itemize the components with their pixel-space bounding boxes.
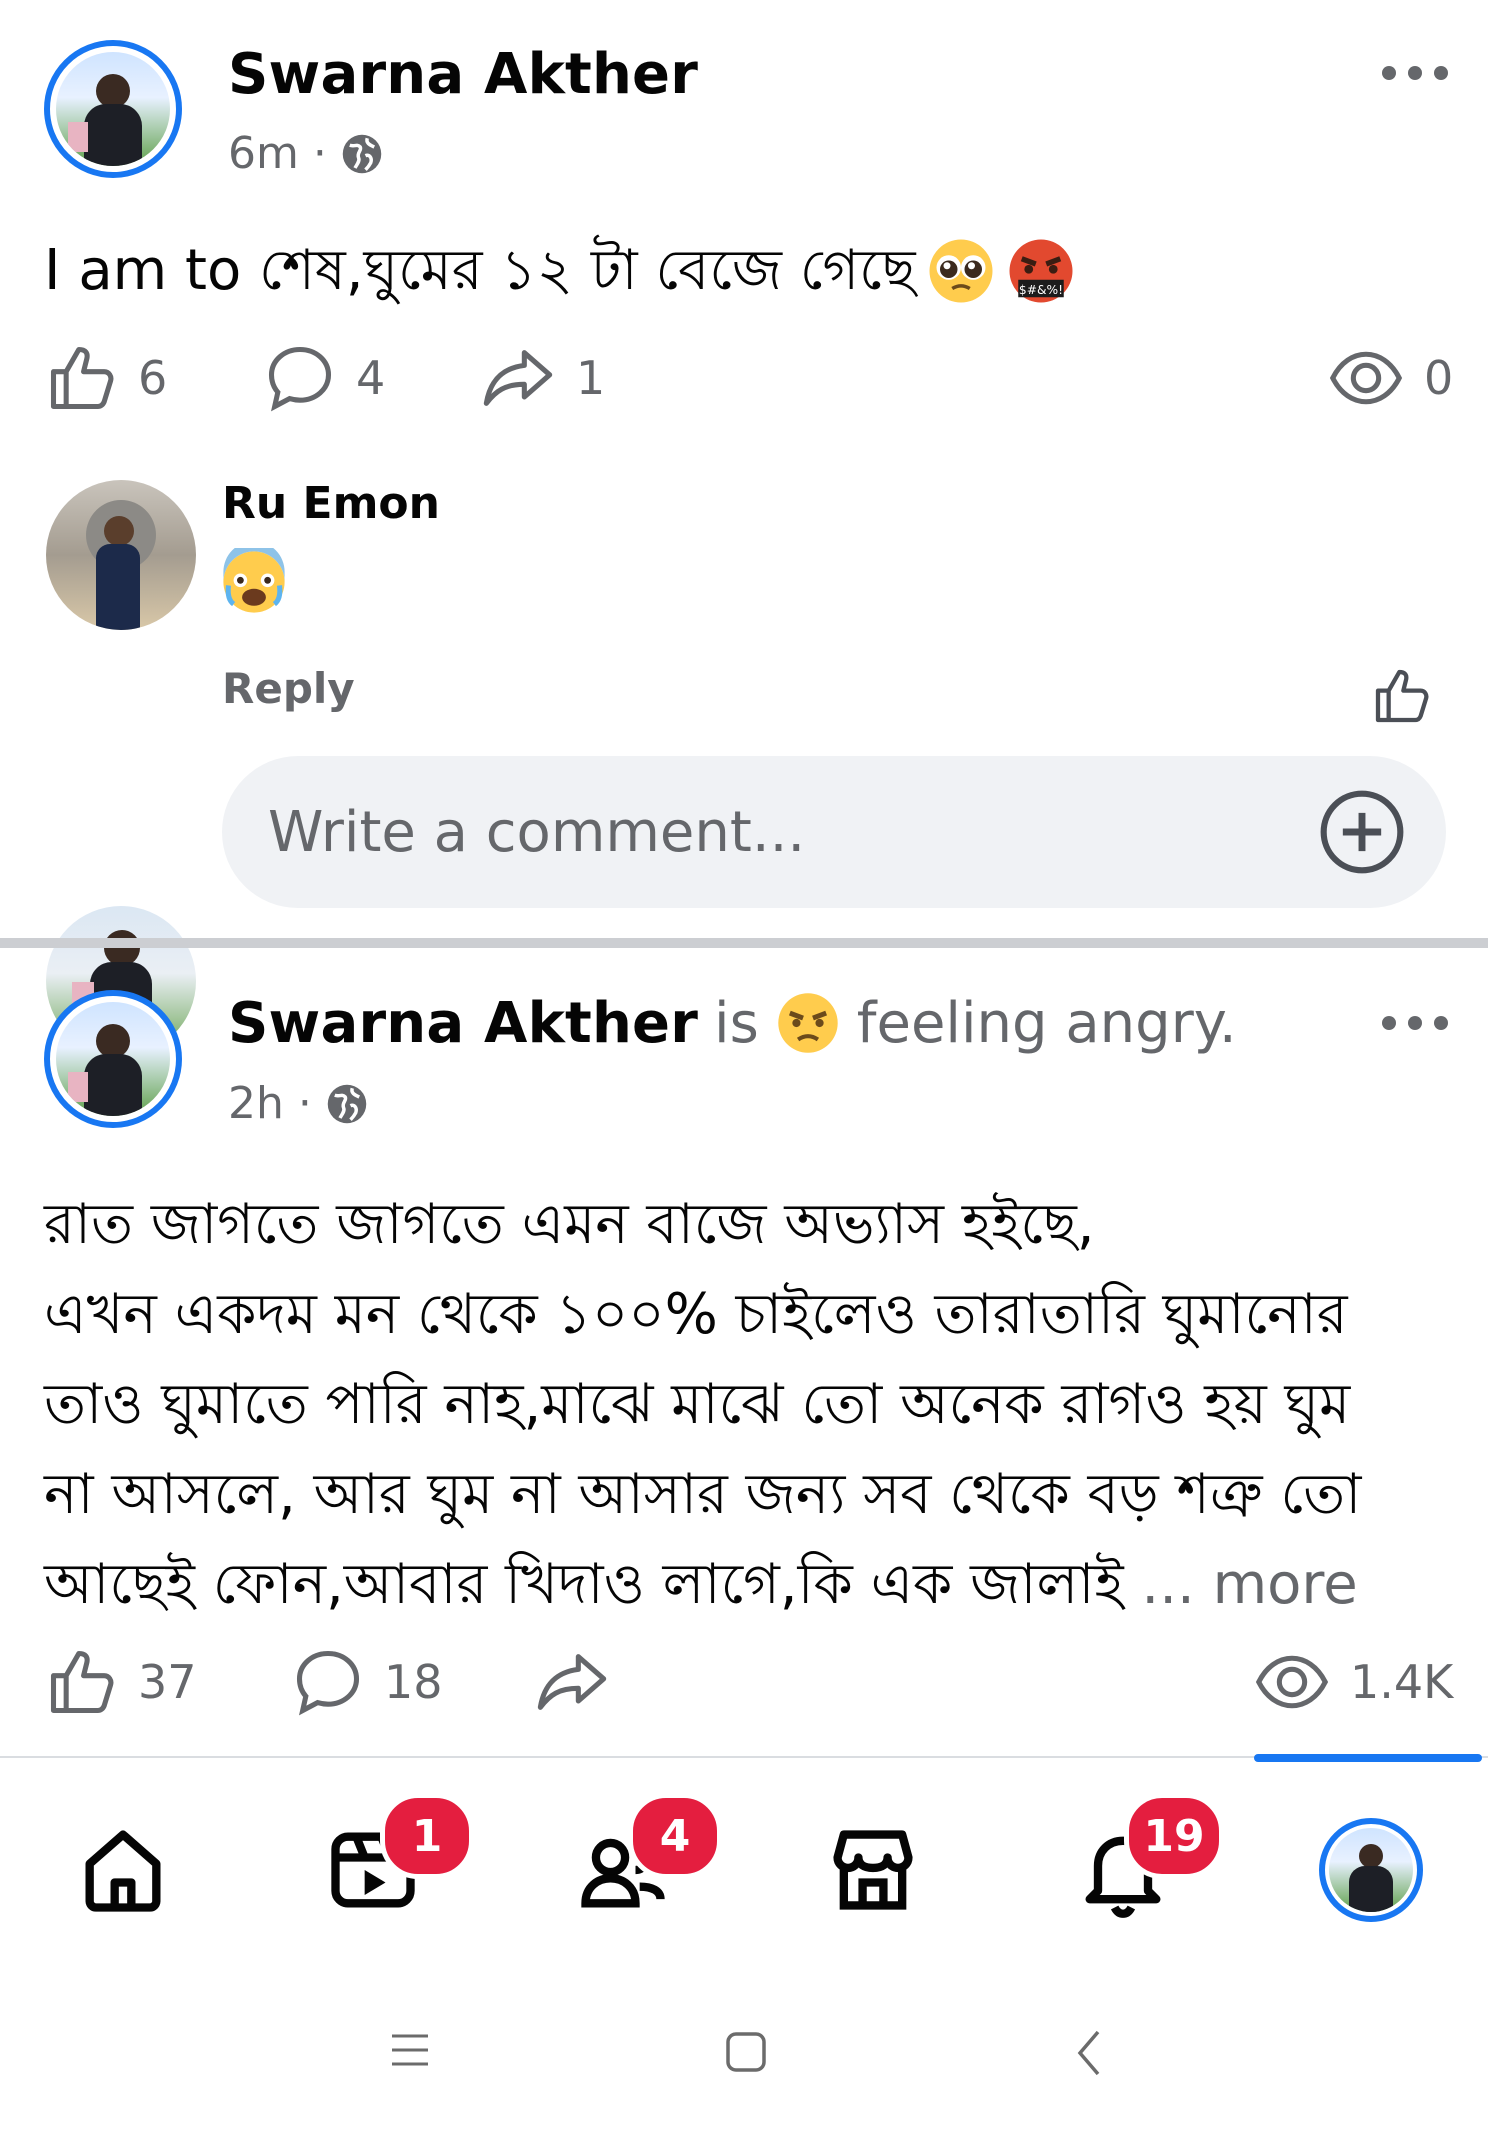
nav-profile[interactable] [1316, 1815, 1426, 1925]
post2-line-2: এখন একদম মন থেকে ১০০% চাইলেও তারাতারি ঘু… [44, 1282, 1348, 1347]
home-square-icon[interactable] [724, 2030, 768, 2074]
post1-more-options-icon[interactable] [1382, 66, 1448, 80]
profile-avatar-icon [1319, 1818, 1423, 1922]
post2-author-avatar[interactable] [44, 990, 182, 1128]
post2-feeling[interactable]: feeling angry. [857, 991, 1237, 1056]
eye-icon [1329, 351, 1403, 405]
post2-separator: · [297, 1078, 312, 1129]
post2-body: রাত জাগতে জাগতে এমন বাজে অভ্যাস হইছে, এখ… [44, 1180, 1454, 1630]
post2-meta: 2h · [228, 1078, 368, 1129]
post2-line-1: রাত জাগতে জাগতে এমন বাজে অভ্যাস হইছে, [44, 1192, 1095, 1257]
see-more-link[interactable]: ... more [1141, 1552, 1357, 1617]
nav-marketplace[interactable] [818, 1815, 928, 1925]
post2-comment-count: 18 [384, 1655, 443, 1709]
comment-input-placeholder: Write a comment... [268, 800, 806, 865]
globe-icon [342, 134, 382, 173]
post2-views: 1.4K [1252, 1644, 1453, 1720]
marketplace-icon [833, 1830, 913, 1910]
svg-text:$#&%!: $#&%! [1019, 283, 1063, 297]
post1-separator: · [312, 128, 327, 179]
nav-notifications-badge: 19 [1124, 1793, 1224, 1879]
comment-icon [296, 1650, 360, 1716]
like-icon [50, 1650, 114, 1714]
share-icon [537, 1654, 607, 1710]
globe-icon [327, 1084, 367, 1123]
like-icon [50, 346, 114, 410]
post1-author-name[interactable]: Swarna Akther [228, 42, 698, 107]
post2-line-5: আছেই ফোন,আবার খিদাও লাগে,কি এক জালাই [44, 1552, 1124, 1617]
post2-like-count: 37 [138, 1655, 197, 1709]
post2-share-button[interactable] [532, 1644, 612, 1720]
post2-more-options-icon[interactable] [1382, 1016, 1448, 1030]
post1-share-button[interactable]: 1 [478, 340, 605, 416]
post1-views: 0 [1326, 340, 1453, 416]
add-plus-icon[interactable] [1316, 786, 1408, 878]
post2-header: Swarna Akther is feeling angry. [228, 990, 1237, 1056]
comment-input[interactable]: Write a comment... [222, 756, 1446, 908]
post1-like-button[interactable]: 6 [44, 340, 167, 416]
commenter-avatar[interactable] [46, 480, 196, 630]
share-icon [483, 350, 553, 406]
post1-share-count: 1 [576, 351, 606, 405]
post2-time: 2h [228, 1078, 284, 1129]
fearful-face-emoji-icon [223, 548, 285, 613]
nav-video-badge: 1 [380, 1793, 474, 1879]
cursing-face-emoji-icon: $#&%! [1009, 239, 1073, 303]
post1-comment-count: 4 [356, 351, 386, 405]
back-icon[interactable] [1074, 2028, 1104, 2078]
angry-face-emoji-icon [778, 993, 838, 1053]
post1-meta: 6m · [228, 128, 383, 179]
post1-text-row: I am to শেষ,ঘুমের ১২ টা বেজে গেছে $#&%! [44, 226, 1076, 316]
post1-comment-button[interactable]: 4 [262, 340, 385, 416]
post1-time: 6m [228, 128, 299, 179]
pleading-face-emoji-icon [929, 239, 993, 303]
post2-view-count: 1.4K [1350, 1655, 1454, 1709]
post1-text: I am to শেষ,ঘুমের ১২ টা বেজে গেছে [44, 238, 916, 303]
post1-author-avatar[interactable] [44, 40, 182, 178]
post1-like-count: 6 [138, 351, 168, 405]
nav-video[interactable]: 1 [318, 1793, 474, 1925]
post2-line-5-row: আছেই ফোন,আবার খিদাও লাগে,কি এক জালাই ...… [44, 1540, 1454, 1630]
comment-icon [268, 346, 332, 412]
eye-icon [1255, 1655, 1329, 1709]
recent-apps-icon[interactable] [388, 2030, 432, 2070]
nav-home[interactable] [68, 1815, 178, 1925]
post2-line-3: তাও ঘুমাতে পারি নাহ,মাঝে মাঝে তো অনেক রা… [44, 1372, 1351, 1437]
nav-friends[interactable]: 4 [568, 1793, 722, 1925]
active-tab-indicator [1254, 1754, 1482, 1762]
post2-like-button[interactable]: 37 [44, 1644, 197, 1720]
nav-notifications[interactable]: 19 [1068, 1793, 1224, 1925]
post2-line-4: না আসলে, আর ঘুম না আসার জন্য সব থেকে বড়… [44, 1462, 1362, 1527]
post1-view-count: 0 [1424, 351, 1454, 405]
reply-button[interactable]: Reply [222, 664, 355, 713]
post2-author-name[interactable]: Swarna Akther [228, 991, 698, 1056]
comment-like-icon[interactable] [1370, 664, 1434, 728]
nav-friends-badge: 4 [628, 1793, 722, 1879]
post2-is: is [714, 990, 759, 1056]
home-icon [85, 1830, 161, 1912]
post-divider [0, 938, 1488, 948]
commenter-name[interactable]: Ru Emon [222, 478, 440, 529]
post2-comment-button[interactable]: 18 [290, 1644, 443, 1720]
